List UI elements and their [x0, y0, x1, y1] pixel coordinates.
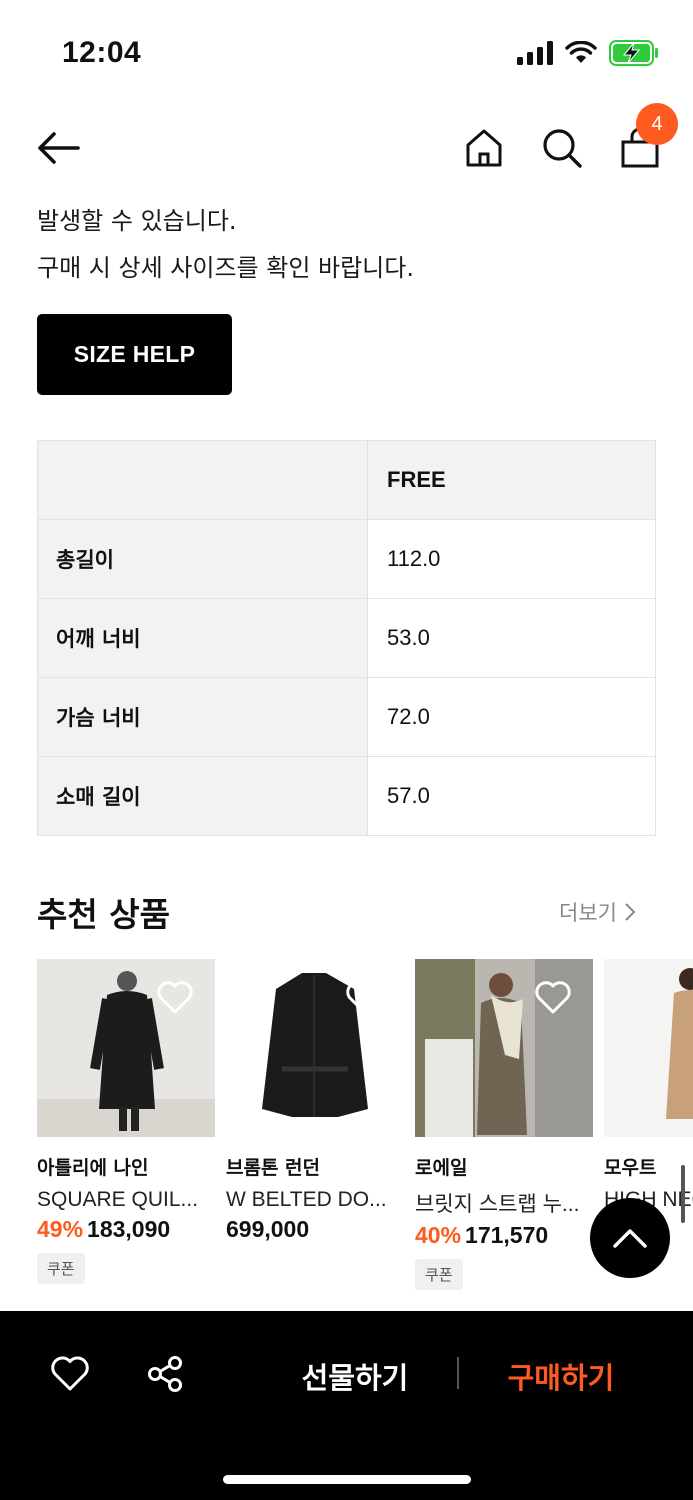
- product-brand: 모우트: [604, 1157, 657, 1179]
- product-name: 브릿지 스트랩 누...: [415, 1193, 580, 1216]
- row-value: 72.0: [367, 677, 656, 757]
- product-image[interactable]: [415, 959, 593, 1137]
- product-image[interactable]: [37, 959, 215, 1137]
- row-label: 소매 길이: [37, 756, 368, 836]
- product-photo-person-camel-coat: [666, 968, 693, 1119]
- product-price-row: 699,000: [226, 1216, 404, 1243]
- back-arrow-icon[interactable]: [34, 128, 82, 168]
- notice-line: 발생할 수 있습니다.: [37, 207, 237, 235]
- chevron-right-icon: [625, 903, 636, 921]
- product-card[interactable]: 아틀리에 나인 SQUARE QUIL... 49% 183,090 쿠폰: [37, 959, 215, 1284]
- coupon-badge: 쿠폰: [37, 1253, 85, 1284]
- gift-button[interactable]: 선물하기: [280, 1355, 430, 1397]
- notice-line: 구매 시 상세 사이즈를 확인 바랍니다.: [37, 254, 414, 282]
- more-link-label: 더보기: [559, 901, 617, 925]
- coupon-badge: 쿠폰: [415, 1259, 463, 1290]
- status-icons: [517, 40, 659, 66]
- heart-icon[interactable]: [533, 979, 573, 1015]
- table-row: 총길이 112.0: [37, 519, 656, 599]
- battery-charging-icon: [609, 40, 658, 66]
- row-label: 총길이: [37, 519, 368, 599]
- buy-button[interactable]: 구매하기: [486, 1355, 636, 1397]
- home-indicator: [223, 1475, 471, 1484]
- heart-icon[interactable]: [344, 979, 384, 1015]
- product-brand: 로에일: [415, 1157, 468, 1179]
- table-header-empty: [37, 440, 368, 520]
- product-card[interactable]: 로에일 브릿지 스트랩 누... 40% 171,570 쿠폰: [415, 959, 593, 1290]
- status-time: 12:04: [62, 36, 142, 69]
- signal-icon: [517, 41, 553, 65]
- heart-icon[interactable]: [155, 979, 195, 1015]
- product-price: 171,570: [465, 1222, 549, 1248]
- row-value: 57.0: [367, 756, 656, 836]
- product-image[interactable]: [604, 959, 693, 1137]
- table-row: 가슴 너비 72.0: [37, 677, 656, 757]
- row-value: 53.0: [367, 598, 656, 678]
- product-brand: 아틀리에 나인: [37, 1157, 149, 1179]
- home-icon[interactable]: [462, 126, 506, 170]
- product-image[interactable]: [226, 959, 404, 1137]
- table-row: 어깨 너비 53.0: [37, 598, 656, 678]
- row-value: 112.0: [367, 519, 656, 599]
- scroll-to-top-button[interactable]: [590, 1198, 670, 1278]
- share-icon[interactable]: [146, 1355, 184, 1393]
- product-price-row: 40% 171,570: [415, 1222, 593, 1249]
- size-help-button[interactable]: SIZE HELP: [37, 314, 232, 395]
- scroll-indicator[interactable]: [681, 1165, 685, 1223]
- status-bar: 12:04: [0, 0, 693, 100]
- wifi-icon: [565, 41, 597, 63]
- product-price: 699,000: [226, 1216, 310, 1242]
- row-label: 어깨 너비: [37, 598, 368, 678]
- top-nav: [0, 110, 693, 190]
- product-name: SQUARE QUIL...: [37, 1188, 199, 1211]
- product-name: W BELTED DO...: [226, 1188, 387, 1211]
- product-price: 183,090: [87, 1216, 171, 1242]
- search-icon[interactable]: [540, 126, 584, 170]
- size-table: FREE 총길이 112.0 어깨 너비 53.0 가슴 너비 72.0 소매 …: [37, 440, 656, 836]
- product-discount: 40%: [415, 1222, 462, 1248]
- table-header-row: FREE: [37, 440, 656, 520]
- product-brand: 브롬톤 런던: [226, 1157, 321, 1179]
- more-link[interactable]: 더보기: [559, 897, 637, 927]
- chevron-up-icon: [613, 1229, 647, 1248]
- size-notice-text: 발생할 수 있습니다. 구매 시 상세 사이즈를 확인 바랍니다.: [37, 198, 414, 292]
- table-row: 소매 길이 57.0: [37, 756, 656, 836]
- divider: [457, 1357, 459, 1389]
- heart-icon[interactable]: [50, 1355, 90, 1393]
- recommended-title: 추천 상품: [37, 895, 170, 934]
- product-card[interactable]: 브롬톤 런던 W BELTED DO... 699,000: [226, 959, 404, 1243]
- product-discount: 49%: [37, 1216, 84, 1242]
- row-label: 가슴 너비: [37, 677, 368, 757]
- bottom-action-bar: 선물하기 구매하기: [0, 1311, 693, 1500]
- table-header-size: FREE: [367, 440, 656, 520]
- product-price-row: 49% 183,090: [37, 1216, 215, 1243]
- cart-count-badge: 4: [636, 103, 678, 145]
